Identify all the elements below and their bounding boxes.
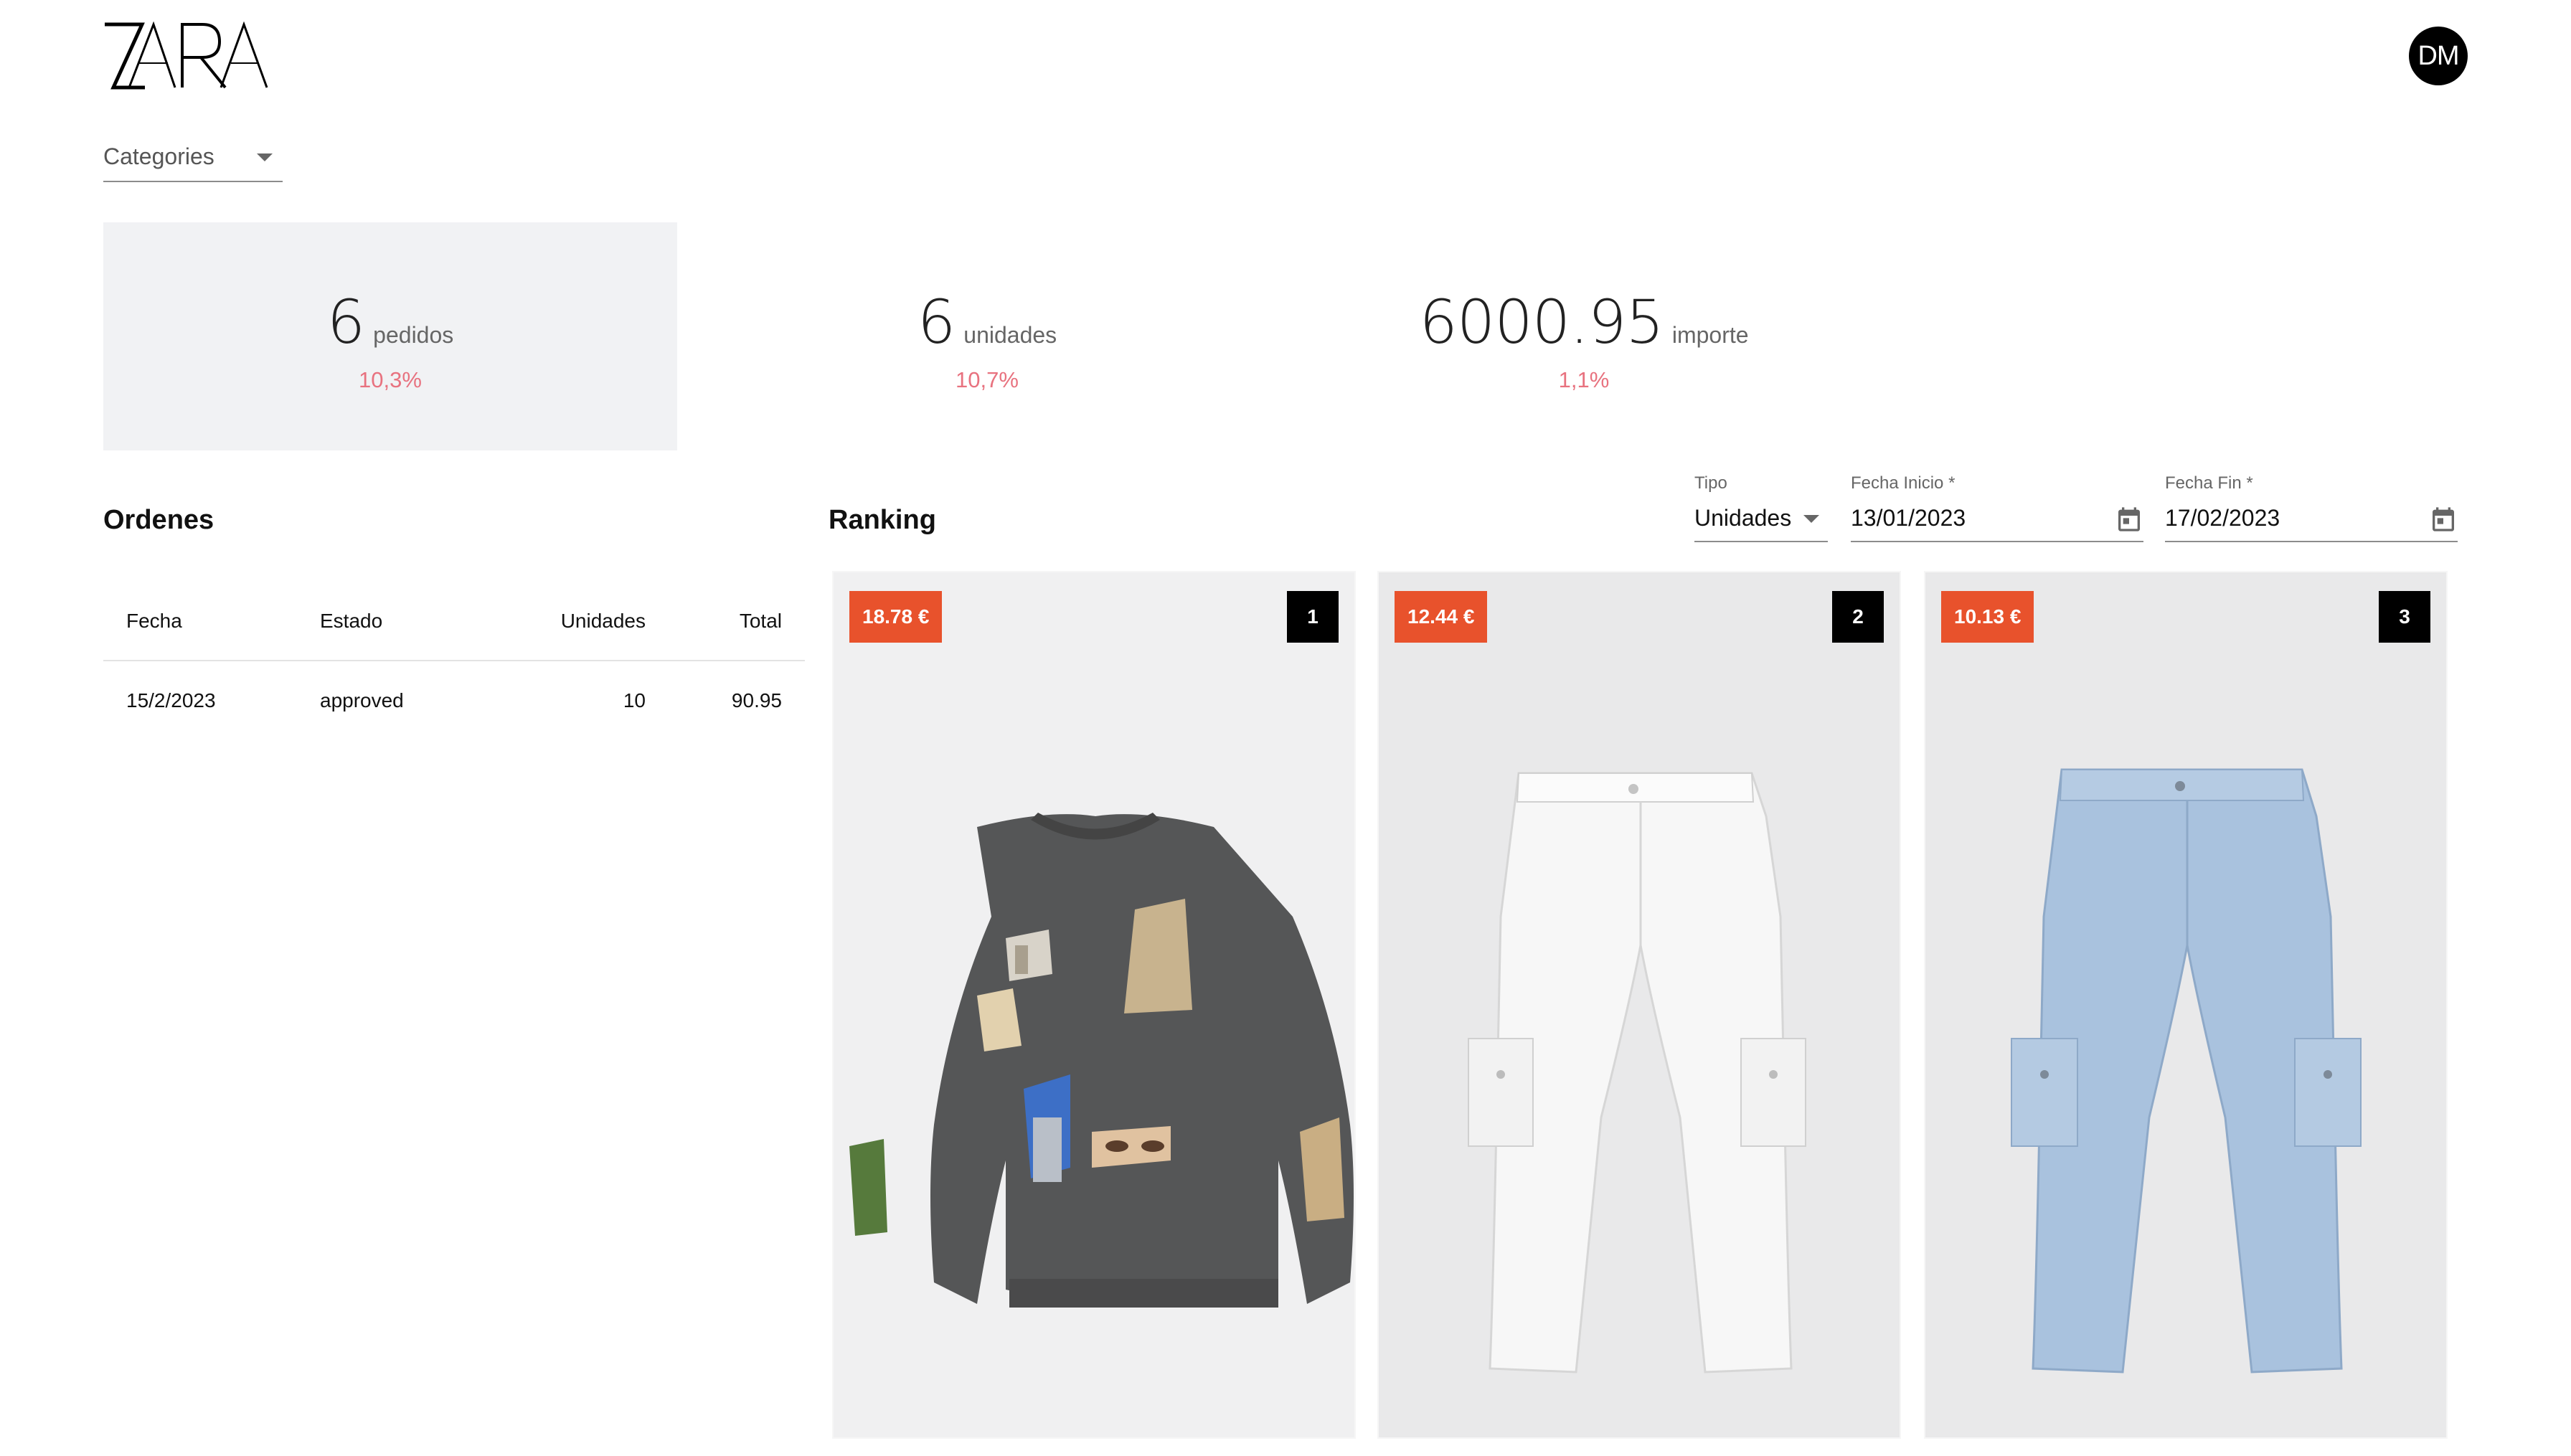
kpi-card-pedidos[interactable]: 6 pedidos 10,3% (103, 222, 677, 450)
kpi-value: 6 (917, 287, 956, 357)
orders-title: Ordenes (103, 505, 214, 535)
tipo-label: Tipo (1694, 473, 1727, 493)
kpi-card-unidades[interactable]: 6 unidades 10,7% (700, 222, 1274, 450)
categories-select[interactable]: Categories (103, 141, 283, 182)
orders-table: Fecha Estado Unidades Total 15/2/2023 ap… (103, 582, 805, 740)
dashboard-page: DM Categories 6 pedidos 10,3% 6 unidades… (0, 0, 2571, 1456)
zara-logo[interactable] (103, 22, 268, 90)
table-row[interactable]: 15/2/2023 approved 10 90.95 (103, 661, 805, 740)
kpi-value: 6000.95 (1419, 287, 1664, 357)
chevron-down-icon (257, 153, 273, 161)
price-badge: 12.44 € (1395, 591, 1488, 643)
product-image-sweatshirt (834, 572, 1354, 1437)
fecha-fin-label: Fecha Fin * (2165, 473, 2253, 493)
price-badge: 10.13 € (1941, 591, 2034, 643)
product-image-white-jeans (1379, 572, 1900, 1437)
fecha-inicio-field[interactable]: Fecha Inicio * 13/01/2023 (1851, 473, 2143, 542)
calendar-icon[interactable] (2115, 504, 2143, 535)
product-image-blue-jeans (1925, 572, 2446, 1437)
calendar-icon[interactable] (2429, 504, 2458, 535)
rank-badge: 1 (1287, 591, 1339, 643)
fecha-fin-field[interactable]: Fecha Fin * 17/02/2023 (2165, 473, 2458, 542)
kpi-unit: importe (1671, 322, 1749, 348)
kpi-change: 10,7% (956, 367, 1019, 392)
tipo-value: Unidades (1694, 505, 1792, 531)
column-header-fecha[interactable]: Fecha (126, 610, 182, 633)
zara-logo-mark (105, 22, 268, 90)
cell-estado: approved (320, 689, 404, 712)
cell-total: 90.95 (731, 689, 782, 712)
kpi-value: 6 (326, 287, 365, 357)
fecha-fin-value: 17/02/2023 (2165, 505, 2280, 531)
kpi-card-importe[interactable]: 6000.95 importe 1,1% (1297, 222, 1871, 450)
table-header-row: Fecha Estado Unidades Total (103, 582, 805, 661)
ranking-product-card[interactable]: 18.78 € 1 (832, 571, 1356, 1439)
column-header-total[interactable]: Total (740, 610, 782, 633)
tipo-select[interactable]: Tipo Unidades (1694, 473, 1828, 542)
cell-unidades: 10 (623, 689, 646, 712)
rank-badge: 3 (2379, 591, 2430, 643)
fecha-inicio-label: Fecha Inicio * (1851, 473, 1956, 493)
kpi-unit: pedidos (373, 322, 454, 348)
ranking-product-card[interactable]: 10.13 € 3 (1924, 571, 2448, 1439)
kpi-unit: unidades (963, 322, 1057, 348)
ranking-product-card[interactable]: 12.44 € 2 (1377, 571, 1901, 1439)
cell-fecha: 15/2/2023 (126, 689, 216, 712)
rank-badge: 2 (1832, 591, 1884, 643)
kpi-change: 1,1% (1558, 367, 1610, 392)
fecha-inicio-value: 13/01/2023 (1851, 505, 1966, 531)
chevron-down-icon (1803, 515, 1819, 523)
ranking-title: Ranking (829, 505, 936, 535)
user-avatar[interactable]: DM (2409, 27, 2468, 85)
kpi-change: 10,3% (359, 367, 422, 392)
price-badge: 18.78 € (849, 591, 943, 643)
column-header-estado[interactable]: Estado (320, 610, 382, 633)
categories-select-label: Categories (103, 143, 214, 169)
column-header-unidades[interactable]: Unidades (561, 610, 646, 633)
